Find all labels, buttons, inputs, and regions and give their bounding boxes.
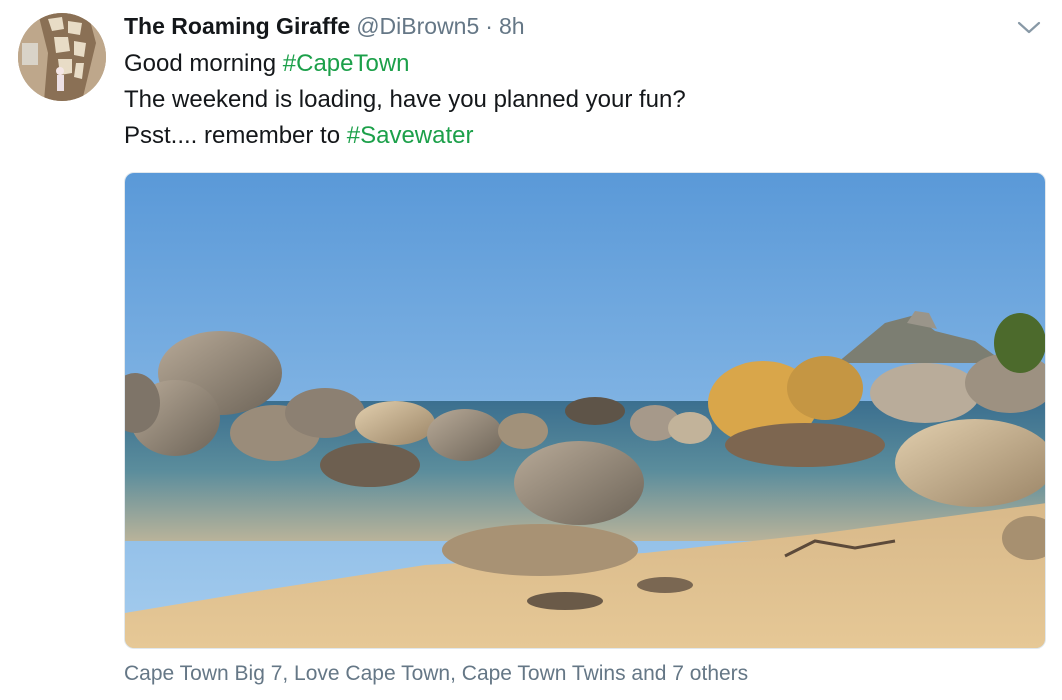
beach-photo — [125, 173, 1045, 648]
tweet-line-1-text: Good morning — [124, 50, 283, 77]
tweet-line-1: Good morning #CapeTown — [124, 46, 1046, 82]
chevron-down-icon[interactable] — [1016, 18, 1042, 38]
tagged-users[interactable]: Cape Town Big 7, Love Cape Town, Cape To… — [124, 660, 748, 688]
tweet-content: The Roaming Giraffe @DiBrown5 · 8h Good … — [124, 10, 1046, 154]
tweet-line-2: The weekend is loading, have you planned… — [124, 82, 1046, 118]
display-name[interactable]: The Roaming Giraffe — [124, 10, 350, 42]
timestamp[interactable]: 8h — [499, 10, 525, 42]
tweet-photo[interactable] — [124, 172, 1046, 649]
tweet-line-2-text: The weekend is loading, have you planned… — [124, 86, 686, 113]
tweet-line-3: Psst.... remember to #Savewater — [124, 118, 1046, 154]
hashtag-capetown[interactable]: #CapeTown — [283, 50, 410, 77]
tweet: The Roaming Giraffe @DiBrown5 · 8h Good … — [0, 0, 1062, 700]
tweet-header: The Roaming Giraffe @DiBrown5 · 8h — [124, 10, 1046, 42]
giraffe-avatar-image — [18, 13, 106, 101]
separator-dot: · — [485, 13, 493, 39]
hashtag-savewater[interactable]: #Savewater — [347, 122, 474, 149]
tweet-line-3-text: Psst.... remember to — [124, 122, 347, 149]
avatar[interactable] — [18, 13, 106, 101]
user-handle[interactable]: @DiBrown5 — [356, 10, 479, 42]
tweet-text: Good morning #CapeTown The weekend is lo… — [124, 46, 1046, 154]
